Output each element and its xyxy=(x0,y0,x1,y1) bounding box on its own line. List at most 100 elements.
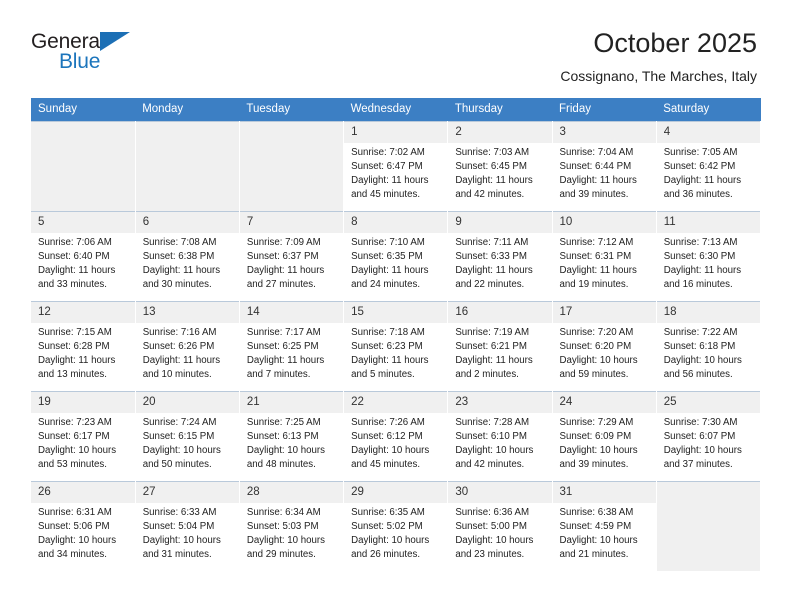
calendar-day-cell[interactable]: 10 Sunrise: 7:12 AM Sunset: 6:31 PM Dayligh… xyxy=(552,211,657,302)
sunset-text: Sunset: 6:21 PM xyxy=(455,340,527,352)
sunrise-text: Sunrise: 6:31 AM xyxy=(38,506,112,518)
day-number: 4 xyxy=(656,122,760,143)
calendar-day-cell[interactable]: 5 Sunrise: 7:06 AM Sunset: 6:40 PM Daylight… xyxy=(31,211,136,302)
sunset-text: Sunset: 6:44 PM xyxy=(559,160,632,172)
day-cell-inner: 21 Sunrise: 7:25 AM Sunset: 6:13 PM Dayligh… xyxy=(239,391,344,481)
sunset-text: Sunset: 6:42 PM xyxy=(663,160,736,172)
sunrise-text: Sunrise: 7:10 AM xyxy=(351,236,425,248)
daylight-text: Daylight: 11 hours and 7 minutes. xyxy=(246,355,325,381)
day-number: 8 xyxy=(344,212,448,233)
day-cell-inner: 29 Sunrise: 6:35 AM Sunset: 5:02 PM Dayligh… xyxy=(344,481,448,571)
calendar-day-cell[interactable]: 28 Sunrise: 6:34 AM Sunset: 5:03 PM Dayligh… xyxy=(239,481,345,572)
calendar-day-cell[interactable]: 20 Sunrise: 7:24 AM Sunset: 6:15 PM Dayligh… xyxy=(135,391,240,482)
daylight-text: Daylight: 11 hours and 45 minutes. xyxy=(351,175,429,201)
daylight-text: Daylight: 10 hours and 21 minutes. xyxy=(559,535,638,561)
day-number: 22 xyxy=(344,392,448,413)
calendar-day-cell[interactable]: 29 Sunrise: 6:35 AM Sunset: 5:02 PM Dayligh… xyxy=(343,481,449,572)
day-number: 17 xyxy=(552,302,656,323)
sunset-text: Sunset: 6:18 PM xyxy=(663,340,736,352)
calendar-day-cell[interactable]: 19 Sunrise: 7:23 AM Sunset: 6:17 PM Dayligh… xyxy=(31,391,136,482)
day-number: 28 xyxy=(239,482,344,503)
calendar-day-cell[interactable]: 18 Sunrise: 7:22 AM Sunset: 6:18 PM Dayligh… xyxy=(656,301,762,392)
calendar-day-cell[interactable]: 21 Sunrise: 7:25 AM Sunset: 6:13 PM Dayligh… xyxy=(239,391,345,482)
day-detail: Sunrise: 7:26 AM Sunset: 6:12 PM Daylight:… xyxy=(344,413,447,473)
daylight-text: Daylight: 10 hours and 31 minutes. xyxy=(142,535,221,561)
page-subtitle: Cossignano, The Marches, Italy xyxy=(560,68,757,85)
day-detail: Sunrise: 7:25 AM Sunset: 6:13 PM Daylight:… xyxy=(240,413,343,473)
calendar-day-cell[interactable]: 11 Sunrise: 7:13 AM Sunset: 6:30 PM Dayligh… xyxy=(656,211,762,302)
calendar-day-cell[interactable]: 3 Sunrise: 7:04 AM Sunset: 6:44 PM Daylight… xyxy=(552,121,657,212)
sunrise-text: Sunrise: 7:20 AM xyxy=(559,326,634,338)
day-number: 21 xyxy=(239,392,344,413)
sunrise-text: Sunrise: 7:18 AM xyxy=(351,326,425,338)
calendar-day-cell[interactable]: 6 Sunrise: 7:08 AM Sunset: 6:38 PM Daylight… xyxy=(135,211,240,302)
triangle-icon xyxy=(100,32,130,51)
day-cell-inner: 22 Sunrise: 7:26 AM Sunset: 6:12 PM Dayligh… xyxy=(344,391,448,481)
day-cell-inner: 30 Sunrise: 6:36 AM Sunset: 5:00 PM Dayligh… xyxy=(448,481,552,571)
calendar-day-cell[interactable]: 31 Sunrise: 6:38 AM Sunset: 4:59 PM Dayligh… xyxy=(552,481,657,572)
calendar-day-cell[interactable]: 26 Sunrise: 6:31 AM Sunset: 5:06 PM Dayligh… xyxy=(31,481,136,572)
day-detail: Sunrise: 7:12 AM Sunset: 6:31 PM Daylight:… xyxy=(553,233,656,293)
calendar-day-cell[interactable]: 12 Sunrise: 7:15 AM Sunset: 6:28 PM Dayligh… xyxy=(31,301,136,392)
daylight-text: Daylight: 11 hours and 5 minutes. xyxy=(351,355,429,381)
calendar-day-cell[interactable]: 14 Sunrise: 7:17 AM Sunset: 6:25 PM Dayligh… xyxy=(239,301,345,392)
day-number: 1 xyxy=(344,122,448,143)
day-detail: Sunrise: 6:33 AM Sunset: 5:04 PM Daylight:… xyxy=(136,503,239,563)
day-number: 6 xyxy=(135,212,239,233)
day-detail: Sunrise: 7:15 AM Sunset: 6:28 PM Daylight:… xyxy=(31,323,135,383)
day-number: 5 xyxy=(31,212,135,233)
calendar-day-cell[interactable]: 30 Sunrise: 6:36 AM Sunset: 5:00 PM Dayligh… xyxy=(447,481,553,572)
page-title: October 2025 xyxy=(593,28,757,58)
calendar-cell-empty xyxy=(656,481,762,572)
day-cell-inner: 8 Sunrise: 7:10 AM Sunset: 6:35 PM Daylight… xyxy=(344,211,448,301)
day-cell-inner: 19 Sunrise: 7:23 AM Sunset: 6:17 PM Dayligh… xyxy=(31,391,135,481)
calendar-day-cell[interactable]: 25 Sunrise: 7:30 AM Sunset: 6:07 PM Dayligh… xyxy=(656,391,762,482)
day-cell-inner: 16 Sunrise: 7:19 AM Sunset: 6:21 PM Dayligh… xyxy=(448,301,552,391)
calendar-day-cell[interactable]: 2 Sunrise: 7:03 AM Sunset: 6:45 PM Daylight… xyxy=(447,121,553,212)
calendar-day-cell[interactable]: 4 Sunrise: 7:05 AM Sunset: 6:42 PM Daylight… xyxy=(656,121,762,212)
calendar-day-cell[interactable]: 9 Sunrise: 7:11 AM Sunset: 6:33 PM Daylight… xyxy=(447,211,553,302)
calendar-day-cell[interactable]: 7 Sunrise: 7:09 AM Sunset: 6:37 PM Daylight… xyxy=(239,211,345,302)
empty-cell-fill xyxy=(656,481,760,572)
day-detail: Sunrise: 6:38 AM Sunset: 4:59 PM Daylight:… xyxy=(553,503,656,563)
sunset-text: Sunset: 6:30 PM xyxy=(663,250,736,262)
calendar-day-cell[interactable]: 16 Sunrise: 7:19 AM Sunset: 6:21 PM Dayligh… xyxy=(447,301,553,392)
calendar-day-cell[interactable]: 23 Sunrise: 7:28 AM Sunset: 6:10 PM Dayligh… xyxy=(447,391,553,482)
weekday-header-tuesday: Tuesday xyxy=(239,98,344,122)
day-detail: Sunrise: 7:18 AM Sunset: 6:23 PM Daylight:… xyxy=(344,323,447,383)
sunrise-text: Sunrise: 7:19 AM xyxy=(455,326,530,338)
calendar-day-cell[interactable]: 27 Sunrise: 6:33 AM Sunset: 5:04 PM Dayligh… xyxy=(135,481,240,572)
calendar-week-row: 26 Sunrise: 6:31 AM Sunset: 5:06 PM Dayligh… xyxy=(31,481,762,572)
calendar-day-cell[interactable]: 1 Sunrise: 7:02 AM Sunset: 6:47 PM Daylight… xyxy=(343,121,449,212)
sunset-text: Sunset: 6:33 PM xyxy=(455,250,527,262)
day-cell-inner: 4 Sunrise: 7:05 AM Sunset: 6:42 PM Daylight… xyxy=(656,121,760,211)
sunset-text: Sunset: 4:59 PM xyxy=(559,520,632,532)
day-number: 30 xyxy=(448,482,552,503)
day-cell-inner: 2 Sunrise: 7:03 AM Sunset: 6:45 PM Daylight… xyxy=(448,121,552,211)
calendar-day-cell[interactable]: 15 Sunrise: 7:18 AM Sunset: 6:23 PM Dayligh… xyxy=(343,301,449,392)
day-detail: Sunrise: 7:23 AM Sunset: 6:17 PM Daylight:… xyxy=(31,413,135,473)
brand-logo[interactable]: General Blue xyxy=(31,26,136,78)
sunset-text: Sunset: 6:37 PM xyxy=(246,250,319,262)
day-cell-inner: 26 Sunrise: 6:31 AM Sunset: 5:06 PM Dayligh… xyxy=(31,481,135,571)
sunset-text: Sunset: 5:00 PM xyxy=(455,520,527,532)
day-detail: Sunrise: 7:17 AM Sunset: 6:25 PM Daylight:… xyxy=(240,323,343,383)
day-number: 10 xyxy=(552,212,656,233)
brand-name-blue: Blue xyxy=(59,50,101,73)
daylight-text: Daylight: 10 hours and 37 minutes. xyxy=(663,445,742,471)
sunrise-text: Sunrise: 7:29 AM xyxy=(559,416,634,428)
day-number: 7 xyxy=(239,212,344,233)
calendar-day-cell[interactable]: 8 Sunrise: 7:10 AM Sunset: 6:35 PM Daylight… xyxy=(343,211,449,302)
calendar-day-cell[interactable]: 22 Sunrise: 7:26 AM Sunset: 6:12 PM Dayligh… xyxy=(343,391,449,482)
calendar-week-row: 12 Sunrise: 7:15 AM Sunset: 6:28 PM Dayligh… xyxy=(31,301,762,392)
daylight-text: Daylight: 10 hours and 34 minutes. xyxy=(38,535,117,561)
day-detail: Sunrise: 6:31 AM Sunset: 5:06 PM Daylight:… xyxy=(31,503,135,563)
sunrise-text: Sunrise: 7:25 AM xyxy=(246,416,321,428)
calendar-day-cell[interactable]: 24 Sunrise: 7:29 AM Sunset: 6:09 PM Dayligh… xyxy=(552,391,657,482)
sunrise-text: Sunrise: 7:28 AM xyxy=(455,416,530,428)
day-number: 2 xyxy=(448,122,552,143)
calendar-day-cell[interactable]: 13 Sunrise: 7:16 AM Sunset: 6:26 PM Dayligh… xyxy=(135,301,240,392)
calendar-day-cell[interactable]: 17 Sunrise: 7:20 AM Sunset: 6:20 PM Dayligh… xyxy=(552,301,657,392)
sunrise-text: Sunrise: 7:02 AM xyxy=(351,146,425,158)
day-cell-inner: 9 Sunrise: 7:11 AM Sunset: 6:33 PM Daylight… xyxy=(448,211,552,301)
